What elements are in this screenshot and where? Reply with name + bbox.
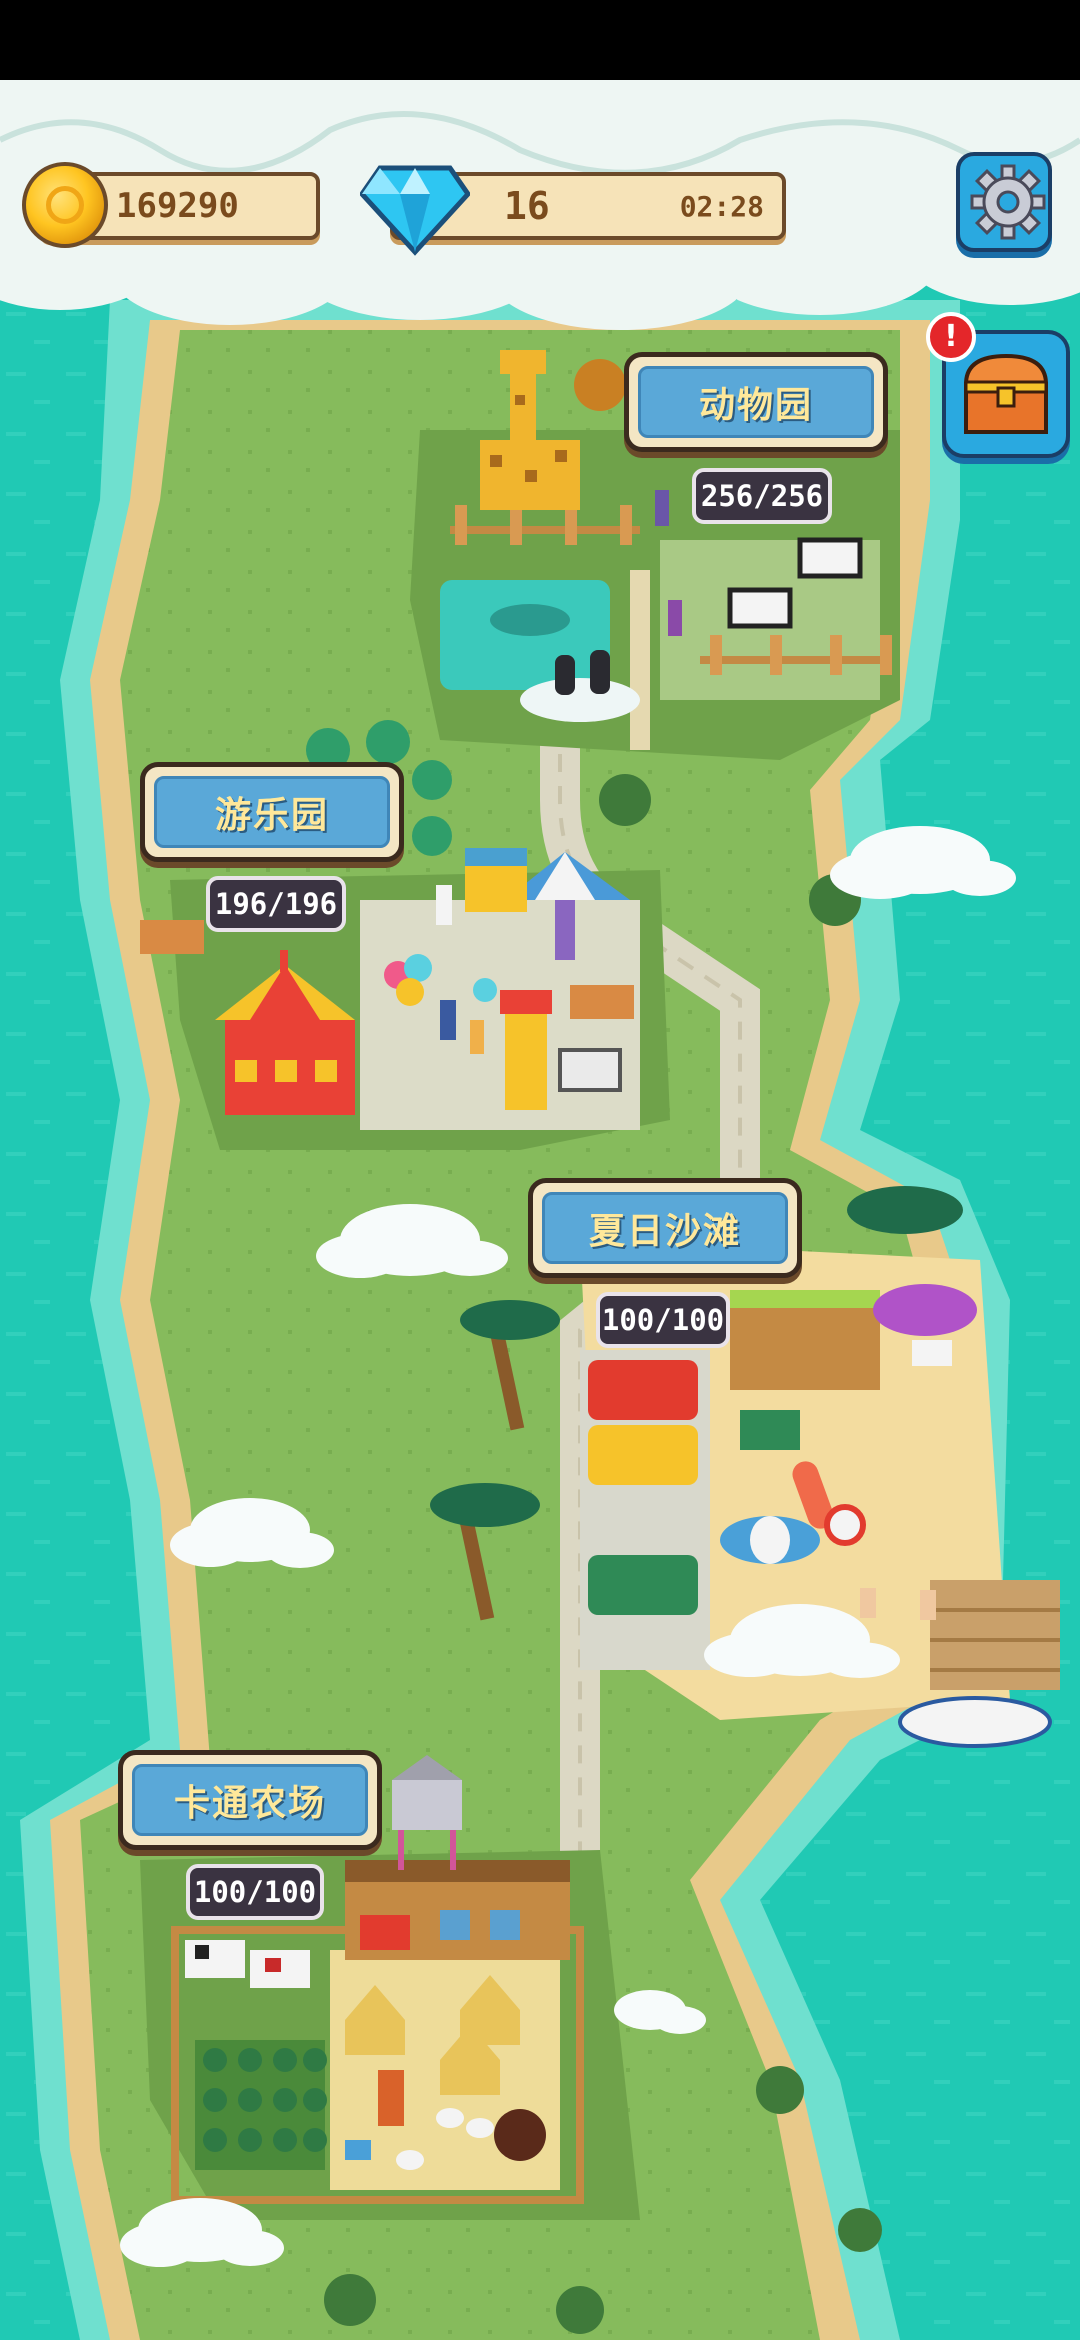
area-sign-label: 夏日沙滩 [542, 1192, 788, 1264]
area-sign-amusement-park[interactable]: 游乐园 [140, 762, 404, 862]
pier [930, 1580, 1060, 1690]
coin-amount: 169290 [116, 186, 239, 226]
beach-ball [824, 1504, 866, 1546]
watering-can [345, 2140, 371, 2160]
gear-icon [970, 164, 1046, 240]
diamond-icon [360, 165, 470, 256]
ice-floe [520, 678, 640, 722]
farmer [378, 2070, 404, 2126]
lion [574, 359, 626, 411]
bench [140, 920, 204, 954]
info-board [558, 1048, 622, 1092]
area-sign-cartoon-farm[interactable]: 卡通农场 [118, 1750, 382, 1850]
zoo-capacity-badge: 256/256 [692, 468, 832, 524]
beach-umbrella [873, 1284, 977, 1336]
area-sign-label: 动物园 [638, 366, 874, 438]
alert-badge: ! [926, 312, 976, 362]
game-screen: 169290 16 02:28 ! 动物园 256/256 游乐园 196/19… [0, 0, 1080, 2340]
area-sign-label: 卡通农场 [132, 1764, 368, 1836]
ticket-tower [505, 1000, 547, 1110]
area-sign-summer-beach[interactable]: 夏日沙滩 [528, 1178, 802, 1278]
gem-amount: 16 [504, 184, 550, 228]
crop-field [195, 2040, 327, 2170]
barn [345, 1860, 570, 1960]
farm-capacity-badge: 100/100 [186, 1864, 324, 1920]
treasure-chest-icon [963, 353, 1049, 434]
area-sign-label: 游乐园 [154, 776, 390, 848]
settings-button[interactable] [956, 152, 1052, 252]
speedboat [898, 1696, 1052, 1748]
park-capacity-badge: 196/196 [206, 876, 346, 932]
area-sign-zoo[interactable]: 动物园 [624, 352, 888, 452]
status-bar [0, 0, 1080, 80]
coin-icon [22, 162, 108, 248]
atv [740, 1410, 800, 1450]
bench [570, 985, 634, 1019]
beach-capacity-badge: 100/100 [596, 1292, 730, 1348]
gem-timer: 02:28 [679, 189, 764, 223]
turkey [494, 2109, 546, 2161]
